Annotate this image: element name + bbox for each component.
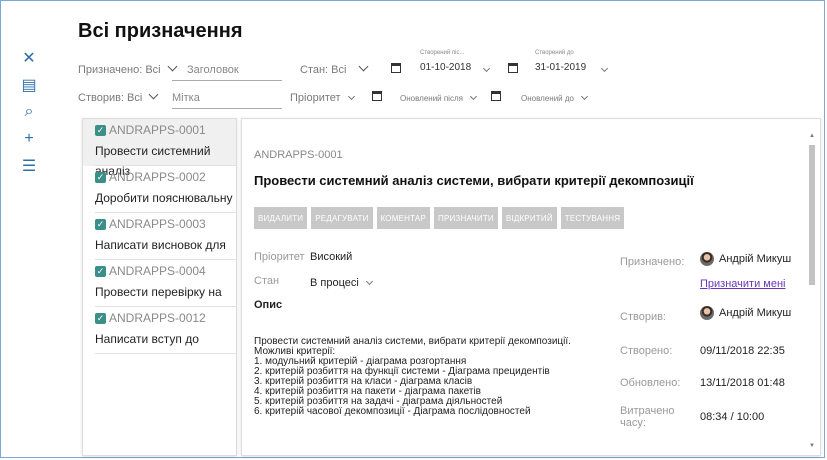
task-title: Провести системний аналіз системи, вибра… [254,173,694,188]
avatar [700,306,714,320]
description-text: Провести системний аналіз системи, вибра… [254,336,571,417]
chevron-down-icon [365,277,373,286]
list-icon[interactable]: ☰ [14,152,44,179]
title-search-placeholder: Заголовок [187,64,239,76]
creator-name: Андрій Микуш [719,306,792,319]
close-icon[interactable]: ✕ [14,44,44,71]
created-by-filter[interactable]: Створив: Всі [78,89,159,104]
priority-value: Високий [310,251,353,263]
assigned-label: Призначено: [620,256,685,268]
testing-button[interactable]: ТЕСТУВАННЯ [560,207,625,229]
created-by-filter-label: Створив: Всі [78,92,143,104]
chevron-down-icon [359,61,369,72]
priority-filter-label: Пріоритет [290,92,341,104]
assign-to-me-link[interactable]: Призначити мені [700,278,785,290]
time-spent-label: Витрачено часу: [620,405,675,429]
search-icon[interactable]: ⌕ [14,98,44,125]
scrollbar-thumb[interactable] [809,145,815,285]
comment-button[interactable]: КОМЕНТАР [376,207,430,229]
creator: Андрій Микуш [700,306,791,320]
updated-to-label: Оновлений до [521,94,574,103]
tag-placeholder: Мітка [172,92,200,104]
scroll-down-icon[interactable]: ▼ [809,443,815,449]
time-spent-value: 08:34 / 10:00 [700,411,765,423]
task-title: Провести системний аналіз [95,141,236,178]
checkbox-icon: ✓ [95,265,106,277]
updated-to-filter[interactable]: Оновлений до [521,92,589,103]
assign-button[interactable]: ПРИЗНАЧИТИ [434,207,498,229]
priority-label: Пріоритет [254,251,305,263]
action-buttons: ВИДАЛИТИ РЕДАГУВАТИ КОМЕНТАР ПРИЗНАЧИТИ … [254,207,625,229]
updated-label: Обновлено: [620,377,681,389]
task-detail-panel: ANDRAPPS-0001 Провести системний аналіз … [241,118,821,456]
list-item[interactable]: ✓ ANDRAPPS-0004 Провести перевірку на [83,260,236,307]
icon-rail: ✕ ▤ ⌕ + ☰ [14,44,44,179]
created-value: 09/11/2018 22:35 [700,345,785,357]
checkbox-icon: ✓ [95,124,106,136]
created-from-caption: Створений піс... [420,50,465,56]
task-title: Написати вступ до [95,329,236,354]
created-to-value[interactable]: 31-01-2019 [535,62,586,73]
created-by-label: Створив: [620,311,666,323]
add-icon[interactable]: + [14,125,44,152]
task-title: Провести перевірку на [95,282,236,307]
chevron-down-icon [148,89,159,100]
calendar-icon[interactable] [508,63,518,73]
task-id: ANDRAPPS-0001 [109,123,206,137]
assignee-name: Андрій Микуш [719,252,792,265]
list-item[interactable]: ✓ ANDRAPPS-0003 Написати висновок для [83,213,236,260]
list-item[interactable]: ✓ ANDRAPPS-0002 Доробити пояснювальну [83,166,236,213]
list-item[interactable]: ✓ ANDRAPPS-0012 Написати вступ до [83,307,236,354]
assignee: Андрій Микуш [700,252,791,266]
scroll-up-icon[interactable]: ▲ [809,133,815,139]
calendar-icon[interactable] [372,91,382,101]
state-value: В процесі [310,277,359,289]
task-list: ✓ ANDRAPPS-0001 Провести системний аналіз… [82,118,237,456]
state-filter[interactable]: Стан: Всі [300,61,369,76]
updated-after-label: Оновлений після [400,94,463,103]
task-id: ANDRAPPS-0003 [109,217,206,231]
checkbox-icon: ✓ [95,171,106,183]
chevron-down-icon [347,92,355,101]
task-id: ANDRAPPS-0001 [254,149,343,161]
delete-button[interactable]: ВИДАЛИТИ [254,207,308,229]
priority-filter[interactable]: Пріоритет [290,92,355,104]
calendar-icon[interactable] [491,91,501,101]
updated-after-filter[interactable]: Оновлений після [400,92,478,103]
task-title: Доробити пояснювальну [95,188,236,213]
list-item[interactable]: ✓ ANDRAPPS-0001 Провести системний аналіз [83,119,236,178]
created-label: Створено: [620,345,673,357]
tag-input[interactable]: Мітка [172,92,282,109]
state-label: Стан [254,275,280,287]
avatar [700,252,714,266]
title-search-input[interactable]: Заголовок [172,64,282,81]
task-id: ANDRAPPS-0004 [109,264,206,278]
description-label: Опис [254,299,283,311]
calendar-icon[interactable] [391,63,401,73]
task-id: ANDRAPPS-0012 [109,311,206,325]
open-button[interactable]: ВІДКРИТИЙ [501,207,557,229]
calendar-icon[interactable]: ▤ [14,71,44,98]
task-id: ANDRAPPS-0002 [109,170,206,184]
page-title: Всі призначення [78,20,243,42]
state-filter-label: Стан: Всі [300,64,347,76]
checkbox-icon: ✓ [95,312,106,324]
chevron-down-icon [469,92,478,101]
task-title: Написати висновок для [95,235,236,260]
checkbox-icon: ✓ [95,218,106,230]
updated-value: 13/11/2018 01:48 [700,377,785,389]
state-select[interactable]: В процесі [310,277,373,289]
assigned-filter[interactable]: Призначено: Всі [78,61,178,76]
created-to-caption: Створений до [535,50,574,56]
assigned-filter-label: Призначено: Всі [78,64,161,76]
edit-button[interactable]: РЕДАГУВАТИ [311,207,373,229]
created-from-value[interactable]: 01-10-2018 [420,62,471,73]
scrollbar[interactable]: ▲ ▼ [808,133,816,449]
chevron-down-icon [580,92,589,101]
